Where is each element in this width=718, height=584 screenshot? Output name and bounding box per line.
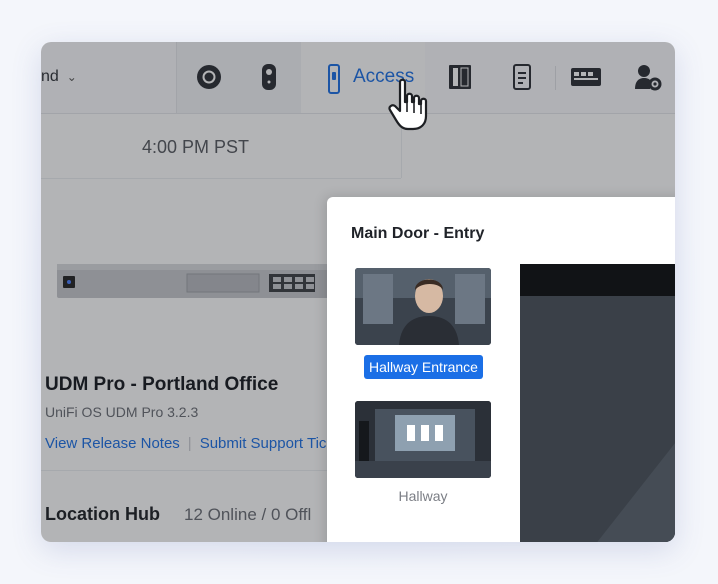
camera-label[interactable]: Hallway bbox=[355, 488, 491, 504]
camera-label-selected[interactable]: Hallway Entrance bbox=[364, 355, 483, 379]
camera-thumbnail-hallway[interactable] bbox=[355, 401, 491, 478]
camera-thumbnail-hallway-entrance[interactable] bbox=[355, 268, 491, 345]
unifi-app: nd ⌄ Access 4:00 PM PST UDM Pro - Portla… bbox=[41, 42, 675, 542]
popup-title: Main Door - Entry bbox=[351, 225, 485, 242]
door-camera-popup: Main Door - Entry Hallway Entrance Hallw… bbox=[327, 197, 675, 542]
app-window: nd ⌄ Access 4:00 PM PST UDM Pro - Portla… bbox=[41, 42, 675, 542]
live-camera-view bbox=[520, 264, 675, 542]
hand-pointer-cursor bbox=[388, 78, 436, 132]
